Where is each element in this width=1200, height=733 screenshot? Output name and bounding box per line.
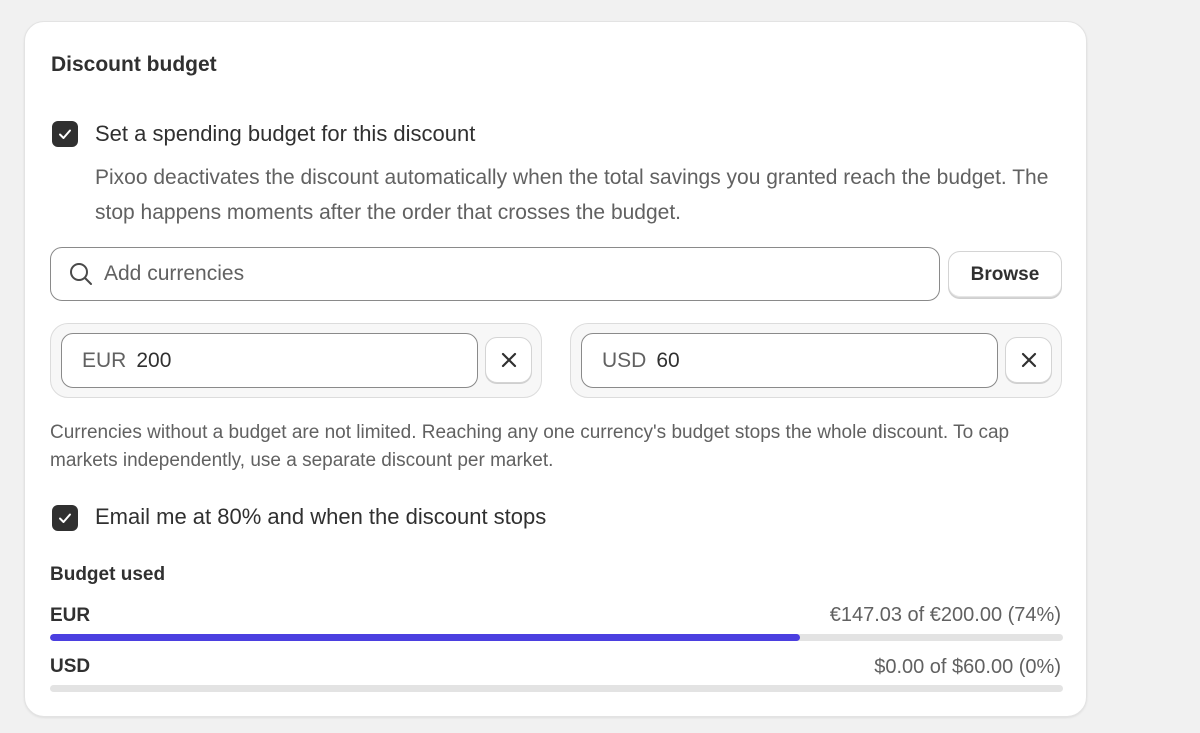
- close-icon: [501, 352, 516, 368]
- search-icon: [70, 263, 92, 285]
- checkmark-icon: [59, 513, 71, 523]
- currency-budget-chip-eur: EUR 200: [50, 323, 542, 398]
- spending-budget-label[interactable]: Set a spending budget for this discount: [95, 121, 475, 147]
- remove-usd-button[interactable]: [1005, 337, 1052, 383]
- remove-eur-button[interactable]: [485, 337, 532, 383]
- discount-budget-card: Discount budget Set a spending budget fo…: [24, 21, 1087, 717]
- currency-budget-chip-usd: USD 60: [570, 323, 1062, 398]
- budget-amount[interactable]: 200: [136, 349, 171, 373]
- budget-row-label-usd: USD: [50, 656, 91, 677]
- budget-row-summary-usd: $0.00 of $60.00 (0%): [874, 656, 1061, 678]
- spending-budget-help-text: Pixoo deactivates the discount automatic…: [95, 166, 1049, 224]
- budget-used-title: Budget used: [50, 564, 166, 585]
- budget-amount[interactable]: 60: [656, 349, 679, 373]
- currency-code: EUR: [82, 348, 127, 372]
- checkmark-icon: [59, 129, 71, 139]
- budget-amount-field-eur[interactable]: EUR 200: [61, 333, 478, 388]
- browse-currencies-button[interactable]: Browse: [948, 251, 1062, 298]
- email-alert-label[interactable]: Email me at 80% and when the discount st…: [95, 504, 546, 530]
- budget-progress-track-eur: [50, 634, 1063, 641]
- close-icon: [1021, 352, 1036, 368]
- currency-code: USD: [602, 348, 647, 372]
- budget-amount-field-usd[interactable]: USD 60: [581, 333, 998, 388]
- currency-search-input[interactable]: [104, 262, 904, 286]
- currency-search-field[interactable]: [50, 247, 940, 301]
- currency-budget-note: Currencies without a budget are not limi…: [50, 422, 1010, 471]
- budget-row-summary-eur: €147.03 of €200.00 (74%): [829, 604, 1061, 626]
- budget-row-label-eur: EUR: [50, 605, 91, 626]
- budget-progress-fill-eur: [50, 634, 800, 641]
- spending-budget-checkbox[interactable]: [52, 121, 78, 147]
- email-alert-checkbox[interactable]: [52, 505, 78, 531]
- section-title: Discount budget: [51, 53, 217, 76]
- budget-progress-track-usd: [50, 685, 1063, 692]
